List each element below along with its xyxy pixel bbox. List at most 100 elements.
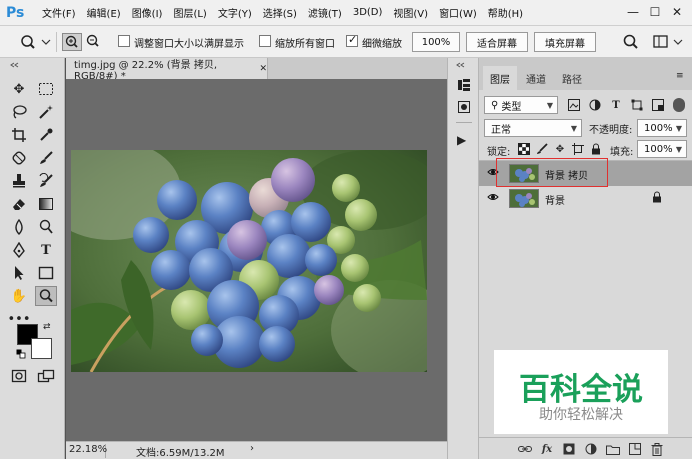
lock-pixels-icon[interactable] [535, 142, 549, 156]
new-layer-icon[interactable] [628, 442, 642, 456]
opacity-field[interactable]: 100% ▼ [637, 119, 687, 137]
new-adjustment-layer-icon[interactable] [584, 442, 598, 456]
filter-shape-icon[interactable] [630, 98, 644, 112]
menu-image[interactable]: 图像(I) [132, 5, 163, 20]
blend-mode-value: 正常 [491, 124, 511, 136]
actions-play-icon[interactable]: ▶ [457, 133, 471, 147]
zoom-all-windows-checkbox[interactable] [259, 35, 271, 47]
menu-filter[interactable]: 滤镜(T) [308, 5, 342, 20]
history-panel-icon[interactable] [457, 78, 471, 92]
tab-channels[interactable]: 通道 [519, 66, 553, 90]
swap-colors-icon[interactable]: ⇄ [43, 322, 53, 332]
filter-pixel-icon[interactable] [567, 98, 581, 112]
workspace-switcher-icon[interactable] [652, 33, 686, 51]
marquee-tool-icon[interactable] [35, 79, 57, 99]
zoom-100-button[interactable]: 100% [412, 32, 460, 52]
dock-divider [456, 122, 472, 123]
hand-tool-icon[interactable]: ✋ [8, 286, 30, 306]
resize-windows-checkbox[interactable] [118, 35, 130, 47]
document-tab-title: timg.jpg @ 22.2% (背景 拷贝, RGB/8#) * [74, 59, 218, 82]
default-colors-icon[interactable] [16, 349, 26, 359]
lock-artboard-icon[interactable] [571, 142, 585, 156]
screen-mode-icon[interactable] [35, 366, 57, 386]
menu-bar: Ps 文件(F) 编辑(E) 图像(I) 图层(L) 文字(Y) 选择(S) 滤… [0, 0, 692, 26]
menu-type[interactable]: 文字(Y) [218, 5, 252, 20]
options-bar: 调整窗口大小以满屏显示 缩放所有窗口 细微缩放 100% 适合屏幕 填充屏幕 [0, 26, 692, 58]
photoshop-logo: Ps [6, 4, 25, 21]
filter-kind-label: 类型 [501, 101, 522, 113]
blend-mode-dropdown[interactable]: 正常 ▼ [484, 119, 582, 137]
lock-position-icon[interactable]: ✥ [553, 142, 567, 156]
menu-3d[interactable]: 3D(D) [353, 7, 383, 18]
move-tool-icon[interactable]: ✥ [8, 79, 30, 99]
toolbox-grip[interactable] [8, 61, 56, 69]
type-tool-icon[interactable]: T [35, 240, 57, 260]
fill-screen-button[interactable]: 填充屏幕 [534, 32, 596, 52]
panel-menu-icon[interactable]: ≡ [676, 71, 684, 81]
filter-adjustment-icon[interactable] [588, 98, 602, 112]
search-icon[interactable] [622, 33, 640, 51]
fit-screen-button[interactable]: 适合屏幕 [466, 32, 528, 52]
filter-smart-object-icon[interactable] [651, 98, 665, 112]
menu-view[interactable]: 视图(V) [393, 5, 428, 20]
clone-stamp-icon[interactable] [8, 171, 30, 191]
menu-help[interactable]: 帮助(H) [488, 5, 523, 20]
properties-panel-icon[interactable] [457, 100, 471, 114]
link-layers-icon[interactable] [518, 442, 532, 456]
new-group-icon[interactable] [606, 442, 620, 456]
lasso-tool-icon[interactable] [8, 102, 30, 122]
layer-name[interactable]: 背景 [545, 192, 565, 207]
blur-tool-icon[interactable] [8, 217, 30, 237]
healing-brush-icon[interactable] [8, 148, 30, 168]
filter-toggle-switch[interactable] [673, 98, 685, 112]
lock-all-icon[interactable] [589, 142, 603, 156]
resize-windows-label: 调整窗口大小以满屏显示 [134, 39, 244, 50]
tab-paths[interactable]: 路径 [555, 66, 589, 90]
menu-window[interactable]: 窗口(W) [439, 5, 477, 20]
document-tab[interactable]: timg.jpg @ 22.2% (背景 拷贝, RGB/8#) * ✕ [66, 58, 268, 82]
tab-layers[interactable]: 图层 [483, 66, 517, 90]
delete-layer-icon[interactable] [650, 442, 664, 456]
gradient-tool-icon[interactable] [35, 194, 57, 214]
status-menu-arrow-icon[interactable]: › [250, 443, 254, 454]
zoom-in-icon[interactable] [62, 33, 82, 51]
menu-select[interactable]: 选择(S) [263, 5, 297, 20]
minimize-icon[interactable]: — [622, 3, 644, 21]
brush-tool-icon[interactable] [35, 148, 57, 168]
visibility-eye-icon[interactable] [487, 192, 499, 205]
blueberry-photo[interactable] [71, 150, 427, 372]
crop-tool-icon[interactable] [8, 125, 30, 145]
magic-wand-icon[interactable] [35, 102, 57, 122]
layer-filter-kind-dropdown[interactable]: ⚲ 类型 ▼ [484, 96, 558, 114]
zoom-level[interactable]: 22.18% [68, 444, 107, 458]
maximize-icon[interactable]: ☐ [644, 3, 666, 21]
filter-type-icon[interactable]: T [609, 98, 623, 112]
document-size: 文档:6.59M/13.2M [136, 448, 225, 459]
tool-preset-picker[interactable] [18, 33, 52, 51]
pen-tool-icon[interactable] [8, 240, 30, 260]
background-color-swatch[interactable] [31, 338, 52, 359]
eraser-icon[interactable] [8, 194, 30, 214]
add-mask-icon[interactable] [562, 442, 576, 456]
zoom-tool-icon[interactable] [35, 286, 57, 306]
quick-mask-icon[interactable] [8, 366, 30, 386]
scrubby-zoom-checkbox[interactable] [346, 33, 358, 47]
menu-layer[interactable]: 图层(L) [173, 5, 206, 20]
layer-row-background[interactable]: 背景 [479, 186, 692, 211]
dodge-tool-icon[interactable] [35, 217, 57, 237]
zoom-out-icon[interactable] [84, 33, 104, 51]
watermark-logo: 百科全说 助你轻松解决 [494, 350, 668, 434]
close-tab-icon[interactable]: ✕ [259, 64, 267, 74]
rectangle-tool-icon[interactable] [35, 263, 57, 283]
eyedropper-icon[interactable] [35, 125, 57, 145]
lock-transparent-icon[interactable] [517, 142, 531, 156]
chevron-down-icon: ▼ [675, 144, 682, 154]
layer-style-fx-icon[interactable]: fx [540, 442, 554, 456]
dock-grip[interactable] [456, 61, 472, 69]
menu-edit[interactable]: 编辑(E) [87, 5, 121, 20]
close-icon[interactable]: ✕ [666, 3, 688, 21]
history-brush-icon[interactable] [35, 171, 57, 191]
path-selection-icon[interactable] [8, 263, 30, 283]
fill-field[interactable]: 100% ▼ [637, 140, 687, 158]
menu-file[interactable]: 文件(F) [42, 5, 76, 20]
